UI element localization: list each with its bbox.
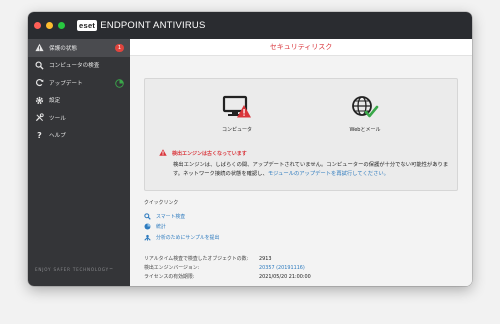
sidebar-item-protection-status[interactable]: 保護の状態 1 <box>28 39 130 57</box>
statistics-link[interactable]: 統計 <box>144 222 219 233</box>
warning-message: 検出エンジンは、しばらくの間、アップデートされていません。コンピューターの保護が… <box>159 161 449 178</box>
main-panel: セキュリティリスク コンピュータ Webとメール 検出エンジンは古くなっています… <box>130 39 472 286</box>
sidebar-item-label: コンピュータの検査 <box>49 63 100 70</box>
smart-scan-link[interactable]: スマート検査 <box>144 211 219 222</box>
license-expiry-row: ライセンスの有効期限: 2021/05/20 21:00:00 <box>144 273 311 282</box>
brand-logo: eset <box>77 20 98 31</box>
sidebar-item-tools[interactable]: ツール <box>28 109 130 127</box>
scanned-objects-row: リアルタイム検査で検査したオブジェクトの数: 2913 <box>144 255 311 264</box>
title-bar: eset ENDPOINT ANTIVIRUS <box>28 12 472 39</box>
sidebar-item-label: 保護の状態 <box>49 45 77 52</box>
warning-icon <box>159 149 167 158</box>
quick-links-title: クイックリンク <box>144 200 179 206</box>
zoom-window-button[interactable] <box>58 22 65 29</box>
license-expiry-value: 2021/05/20 21:00:00 <box>259 274 311 280</box>
sidebar-item-setup[interactable]: 設定 <box>28 92 130 110</box>
page-title: セキュリティリスク <box>130 39 472 56</box>
sidebar-footer-tagline: ENJOY SAFER TECHNOLOGY™ <box>35 267 114 272</box>
stat-label: リアルタイム検査で検査したオブジェクトの数: <box>144 256 249 262</box>
gear-icon <box>35 96 44 105</box>
detection-engine-warning: 検出エンジンは古くなっています 検出エンジンは、しばらくの間、アップデートされて… <box>159 149 449 178</box>
submit-sample-link[interactable]: 分析のためにサンプルを提出 <box>144 232 219 243</box>
computer-status-label: コンピュータ <box>221 127 252 133</box>
engine-version-link[interactable]: 20357 (20191116) <box>259 264 305 273</box>
submit-sample-icon <box>144 234 152 241</box>
warning-title-row: 検出エンジンは古くなっています <box>159 149 449 158</box>
sidebar: 保護の状態 1 コンピュータの検査 アップデート 設定 ツール ? ヘルプ EN… <box>28 39 130 286</box>
app-title: ENDPOINT ANTIVIRUS <box>100 20 206 31</box>
web-mail-status[interactable]: Webとメール <box>335 95 395 133</box>
alert-count-badge: 1 <box>115 43 124 52</box>
app-window: eset ENDPOINT ANTIVIRUS 保護の状態 1 コンピュータの検… <box>28 12 472 286</box>
quick-links: クイックリンク スマート検査 統計 分析のためにサンプルを提出 <box>144 199 219 243</box>
quick-link-label: スマート検査 <box>156 213 186 220</box>
close-window-button[interactable] <box>34 22 41 29</box>
sidebar-item-computer-scan[interactable]: コンピュータの検査 <box>28 57 130 75</box>
quick-link-label: 分析のためにサンプルを提出 <box>156 234 220 241</box>
quick-link-label: 統計 <box>156 224 166 231</box>
scanned-objects-value: 2913 <box>259 256 272 262</box>
retry-update-link[interactable]: モジュールのアップデートを再試行してください。 <box>268 171 389 177</box>
refresh-icon <box>35 78 44 87</box>
update-progress-icon <box>115 78 124 90</box>
stat-label: ライセンスの有効期限: <box>144 274 195 280</box>
sidebar-item-label: 設定 <box>49 98 61 105</box>
pie-chart-icon <box>144 223 152 230</box>
sidebar-item-update[interactable]: アップデート <box>28 74 130 92</box>
search-icon <box>144 213 152 220</box>
stat-label: 検出エンジンバージョン: <box>144 265 200 271</box>
sidebar-item-label: ヘルプ <box>49 133 66 140</box>
status-details: リアルタイム検査で検査したオブジェクトの数: 2913 検出エンジンバージョン:… <box>144 255 311 282</box>
sidebar-item-help[interactable]: ? ヘルプ <box>28 127 130 145</box>
computer-status[interactable]: コンピュータ <box>207 95 267 133</box>
engine-version-row: 検出エンジンバージョン: 20357 (20191116) <box>144 264 311 273</box>
app-logo: eset ENDPOINT ANTIVIRUS <box>77 20 206 31</box>
sidebar-item-label: ツール <box>49 115 66 122</box>
globe-check-icon <box>352 96 379 118</box>
warning-title: 検出エンジンは古くなっています <box>172 151 247 157</box>
minimize-window-button[interactable] <box>46 22 53 29</box>
protection-status-panel: コンピュータ Webとメール 検出エンジンは古くなっています 検出エンジンは、し… <box>144 78 458 191</box>
warning-icon <box>35 43 44 52</box>
help-icon: ? <box>37 130 42 140</box>
tools-icon <box>35 113 44 122</box>
web-mail-status-label: Webとメール <box>349 127 381 133</box>
sidebar-item-label: アップデート <box>49 80 83 87</box>
search-icon <box>35 61 44 70</box>
computer-warning-icon <box>222 95 251 118</box>
window-controls <box>34 22 65 29</box>
